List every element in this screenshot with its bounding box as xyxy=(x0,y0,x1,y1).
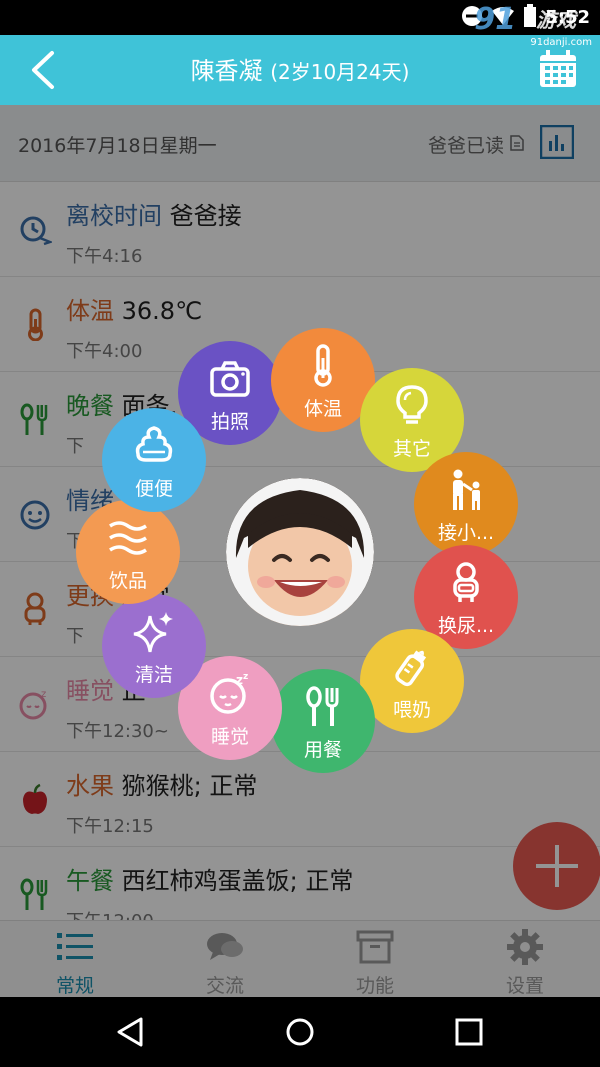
waves-icon xyxy=(109,521,147,555)
menu-item-spoon-fork[interactable]: 用餐 xyxy=(271,669,375,773)
menu-item-label: 饮品 xyxy=(108,570,147,592)
menu-item-label: 接小... xyxy=(437,522,495,544)
watermark-number: 91 xyxy=(474,2,516,37)
app-header: 陳香凝 (2岁10月24天) xyxy=(0,35,600,105)
menu-item-label: 便便 xyxy=(134,478,173,500)
watermark-logo: 91 游戏 xyxy=(446,2,586,37)
menu-item-label: 喂奶 xyxy=(392,699,431,721)
menu-item-sparkle[interactable]: 清洁 xyxy=(102,594,206,698)
sleep-face-icon: zz xyxy=(210,672,248,714)
spoon-fork-icon xyxy=(306,686,339,726)
menu-item-parent-child[interactable]: 接小... xyxy=(414,452,518,556)
watermark-url: 91danji.com xyxy=(530,37,592,48)
thermometer-icon xyxy=(314,344,332,387)
nav-recents-icon[interactable] xyxy=(452,1015,486,1049)
child-avatar[interactable] xyxy=(226,478,374,626)
nav-back-icon[interactable] xyxy=(113,1015,147,1049)
svg-text:z: z xyxy=(236,673,243,687)
menu-item-poop[interactable]: 便便 xyxy=(102,408,206,512)
camera-icon xyxy=(210,361,250,397)
baby-icon xyxy=(453,562,479,602)
menu-item-waves[interactable]: 饮品 xyxy=(76,500,180,604)
child-name: 陳香凝 xyxy=(190,57,263,85)
menu-item-label: 用餐 xyxy=(303,739,342,761)
poop-icon xyxy=(135,426,173,462)
watermark-name: 游戏 xyxy=(536,8,576,32)
child-age: (2岁10月24天) xyxy=(270,60,410,84)
parent-child-icon xyxy=(453,469,480,510)
page-title: 陳香凝 (2岁10月24天) xyxy=(0,35,600,105)
menu-item-label: 睡觉 xyxy=(210,726,249,748)
sparkle-icon xyxy=(133,612,173,653)
bottle-icon xyxy=(395,650,427,687)
lightbulb-icon xyxy=(396,385,428,424)
menu-item-label: 清洁 xyxy=(134,664,173,686)
nav-home-icon[interactable] xyxy=(283,1015,317,1049)
system-nav-bar xyxy=(0,997,600,1067)
menu-item-bottle[interactable]: 喂奶 xyxy=(360,629,464,733)
svg-text:z: z xyxy=(243,672,248,682)
calendar-icon[interactable] xyxy=(538,49,578,89)
